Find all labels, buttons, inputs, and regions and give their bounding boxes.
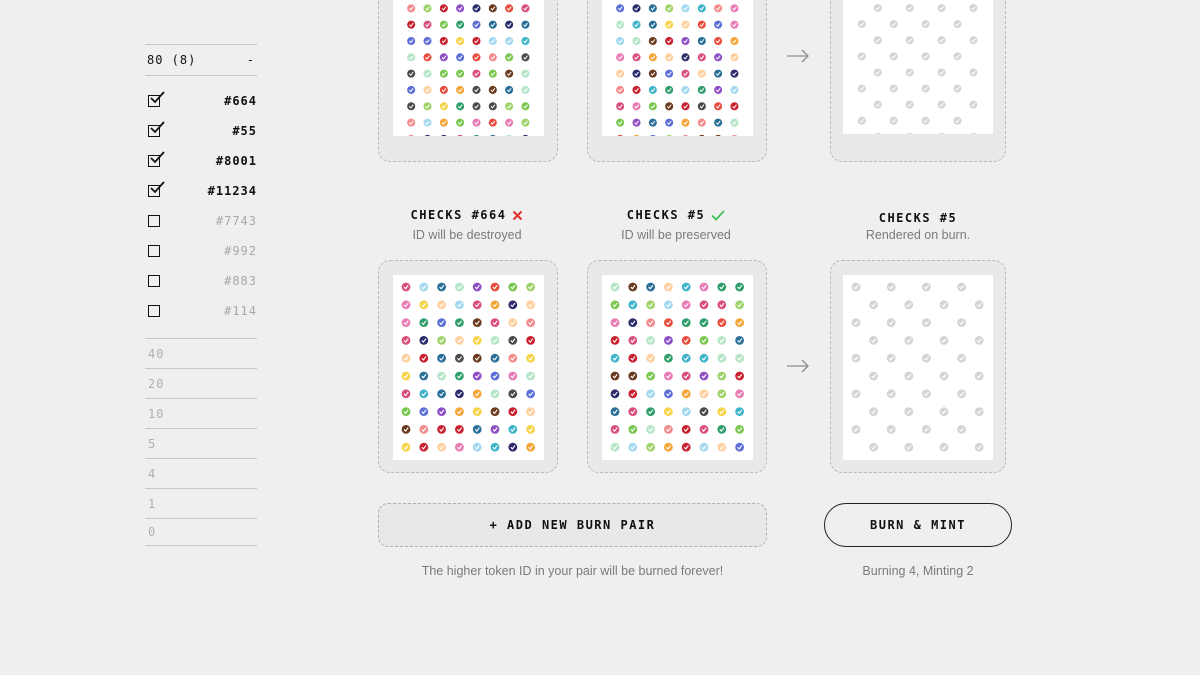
add-burn-pair-button[interactable]: + ADD NEW BURN PAIR xyxy=(378,503,767,547)
token-id: #55 xyxy=(232,124,257,138)
arrow-right-icon xyxy=(787,359,809,373)
token-row[interactable]: #7743 xyxy=(145,206,257,236)
token-id: #8001 xyxy=(215,154,257,168)
collapse-toggle[interactable]: - xyxy=(247,53,255,67)
token-list: #664 #55 #8001 #11234 #7743 #992 #883 #114 xyxy=(145,86,257,326)
arrow-right-icon xyxy=(787,49,809,63)
burn-mint-summary: Burning 4, Minting 2 xyxy=(862,564,974,578)
result-card-frame-1 xyxy=(830,0,1006,162)
checks-count-filters: 40 20 10 5 4 1 0 xyxy=(145,338,257,546)
checks-artwork-keep-1 xyxy=(602,0,753,136)
token-row[interactable]: #992 xyxy=(145,236,257,266)
checkbox-unchecked[interactable] xyxy=(148,305,160,317)
keep-token-heading: CHECKS #5 ID will be preserved xyxy=(566,208,786,242)
keep-token-subtitle: ID will be preserved xyxy=(621,228,731,242)
token-sidebar: 80 (8) - #664 #55 #8001 #11234 #7743 #992 #883… xyxy=(145,44,257,546)
burn-token-subtitle: ID will be destroyed xyxy=(412,228,522,242)
burn-card-frame-1[interactable] xyxy=(378,0,558,162)
token-row[interactable]: #883 xyxy=(145,266,257,296)
checks-filter-option[interactable]: 4 xyxy=(145,458,257,488)
checks-filter-option[interactable]: 0 xyxy=(145,518,257,546)
checkbox-checked[interactable] xyxy=(148,181,165,197)
keep-card-frame-1[interactable] xyxy=(587,0,767,162)
checkbox-checked[interactable] xyxy=(148,91,165,107)
keep-token-title: CHECKS #5 xyxy=(626,208,706,222)
burn-token-heading: CHECKS #664 ID will be destroyed xyxy=(357,208,577,242)
burn-card-frame-2[interactable] xyxy=(378,260,558,473)
token-id: #992 xyxy=(224,244,257,258)
checks-artwork-keep-2 xyxy=(602,275,753,460)
token-id: #7743 xyxy=(215,214,257,228)
checks-artwork-result-2 xyxy=(843,275,993,460)
token-row[interactable]: #114 xyxy=(145,296,257,326)
token-id: #664 xyxy=(224,94,257,108)
token-id: #11234 xyxy=(207,184,257,198)
keep-card-frame-2[interactable] xyxy=(587,260,767,473)
checks-filter-option[interactable]: 5 xyxy=(145,428,257,458)
result-token-subtitle: Rendered on burn. xyxy=(865,228,971,242)
token-id: #883 xyxy=(224,274,257,288)
burn-token-title: CHECKS #664 xyxy=(410,208,507,222)
checks-filter-option[interactable]: 10 xyxy=(145,398,257,428)
x-icon xyxy=(513,210,523,220)
checks-filter-option[interactable]: 20 xyxy=(145,368,257,398)
checks-filter-option[interactable]: 1 xyxy=(145,488,257,518)
checkbox-unchecked[interactable] xyxy=(148,215,160,227)
checkbox-unchecked[interactable] xyxy=(148,245,160,257)
checkbox-unchecked[interactable] xyxy=(148,275,160,287)
checkbox-checked[interactable] xyxy=(148,151,165,167)
token-id: #114 xyxy=(224,304,257,318)
result-token-title: CHECKS #5 xyxy=(878,211,958,225)
burn-warning-note: The higher token ID in your pair will be… xyxy=(421,564,724,578)
checks-artwork-burn-1 xyxy=(393,0,544,136)
checkbox-checked[interactable] xyxy=(148,121,165,137)
check-icon xyxy=(711,209,725,221)
checks-artwork-result-1 xyxy=(843,0,993,134)
token-row[interactable]: #664 xyxy=(145,86,257,116)
token-row[interactable]: #11234 xyxy=(145,176,257,206)
result-token-heading: CHECKS #5 Rendered on burn. xyxy=(808,211,1028,242)
checks-filter-option[interactable]: 40 xyxy=(145,338,257,368)
checks-artwork-burn-2 xyxy=(393,275,544,460)
token-row[interactable]: #55 xyxy=(145,116,257,146)
token-row[interactable]: #8001 xyxy=(145,146,257,176)
burn-and-mint-button[interactable]: BURN & MINT xyxy=(824,503,1012,547)
result-card-frame-2 xyxy=(830,260,1006,473)
token-group-header[interactable]: 80 (8) - xyxy=(145,44,257,76)
token-group-label: 80 (8) xyxy=(147,53,197,67)
